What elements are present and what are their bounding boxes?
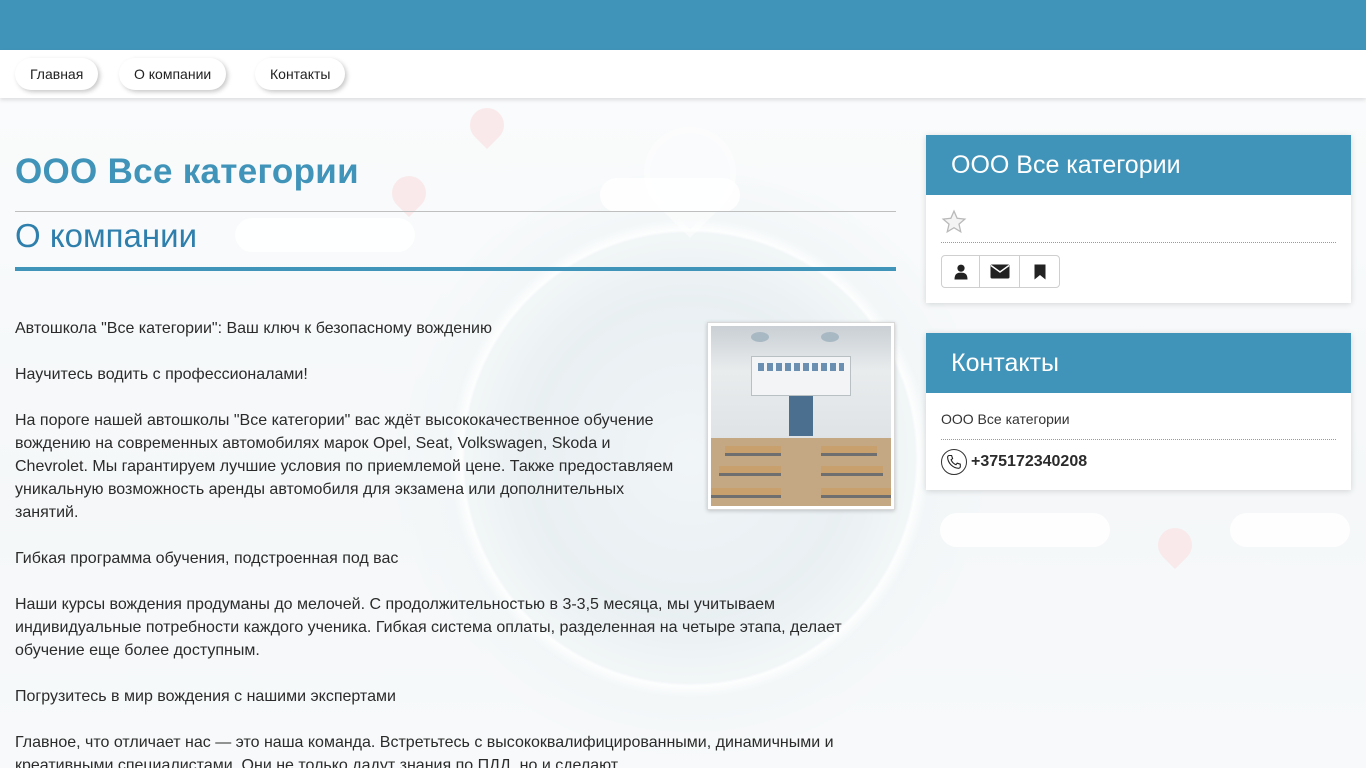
contacts-card: Контакты ООО Все категории +375172340208 xyxy=(926,333,1351,490)
nav-item-about[interactable]: О компании xyxy=(119,58,227,90)
profile-button[interactable] xyxy=(941,255,980,288)
main-content: ООО Все категории О компании Автошкола "… xyxy=(15,98,896,768)
nav-item-home[interactable]: Главная xyxy=(15,58,99,90)
company-description: Автошкола "Все категории": Ваш ключ к бе… xyxy=(15,317,896,768)
contact-company-name: ООО Все категории xyxy=(941,411,1070,427)
envelope-icon xyxy=(990,264,1009,279)
company-card-title: ООО Все категории xyxy=(926,135,1351,195)
bookmark-icon xyxy=(1034,264,1045,279)
contacts-card-title: Контакты xyxy=(926,333,1351,393)
phone-number-link[interactable]: +375172340208 xyxy=(971,453,1087,471)
paragraph: Автошкола "Все категории": Ваш ключ к бе… xyxy=(15,320,492,337)
user-icon xyxy=(954,264,967,279)
divider xyxy=(15,211,896,212)
phone-icon xyxy=(941,449,967,475)
paragraph: Гибкая программа обучения, подстроенная … xyxy=(15,550,399,567)
phone-row: +375172340208 xyxy=(941,449,1087,475)
top-header-bar xyxy=(0,0,1366,50)
star-icon[interactable] xyxy=(941,209,967,235)
company-title: ООО Все категории xyxy=(15,152,359,191)
paragraph: Погрузитесь в мир вождения с нашими эксп… xyxy=(15,688,396,705)
bookmark-button[interactable] xyxy=(1019,255,1060,288)
company-actions xyxy=(941,255,1060,288)
company-card: ООО Все категории xyxy=(926,135,1351,303)
section-underline xyxy=(15,267,896,271)
paragraph: Главное, что отличает нас — это наша ком… xyxy=(15,734,834,768)
paragraph: Научитесь водить с профессионалами! xyxy=(15,366,308,383)
rating-row xyxy=(941,209,1336,243)
section-title: О компании xyxy=(15,217,197,254)
paragraph: На пороге нашей автошколы "Все категории… xyxy=(15,412,674,521)
divider xyxy=(941,439,1336,440)
nav-item-contacts[interactable]: Контакты xyxy=(255,58,346,90)
paragraph: Наши курсы вождения продуманы до мелочей… xyxy=(15,596,842,659)
main-navigation: Главная О компании Контакты xyxy=(0,50,1366,98)
email-button[interactable] xyxy=(979,255,1020,288)
